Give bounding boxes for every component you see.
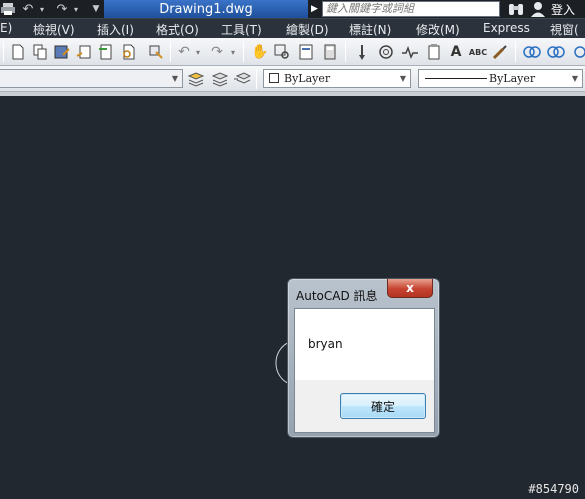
- chevron-down-icon: ▼: [399, 74, 407, 83]
- layer-tool-icon[interactable]: [570, 42, 585, 62]
- chevron-down-icon: ▼: [571, 74, 579, 83]
- binoculars-icon[interactable]: [507, 0, 525, 18]
- match-properties-icon[interactable]: [146, 42, 166, 62]
- toolbar-separator: [243, 42, 244, 62]
- text-style-icon[interactable]: A: [446, 42, 466, 62]
- menu-draw[interactable]: 繪製(D): [286, 21, 329, 38]
- document-title: Drawing1.dwg: [104, 0, 308, 18]
- properties-icon[interactable]: [296, 42, 316, 62]
- zoom-window-icon[interactable]: [272, 42, 292, 62]
- standard-toolbar: ↶ ▾ ↷ ▾ ✋ A ABC: [0, 38, 585, 66]
- customize-quick-access-icon[interactable]: ▼: [90, 1, 102, 17]
- line-tool-icon[interactable]: [352, 42, 372, 62]
- undo-icon[interactable]: ↶: [20, 1, 36, 17]
- spell-check-icon[interactable]: ABC: [468, 42, 488, 62]
- publish-icon[interactable]: [74, 42, 94, 62]
- redo-icon[interactable]: ↷: [54, 1, 70, 17]
- plot-icon[interactable]: [96, 42, 116, 62]
- toolbar-separator: [170, 42, 171, 62]
- linetype-sample: [425, 78, 487, 79]
- dialog-footer: 確定: [295, 380, 434, 432]
- layer-dropdown[interactable]: ▼: [0, 69, 183, 88]
- message-dialog: AutoCAD 訊息 x bryan 確定: [287, 278, 440, 438]
- dialog-message: bryan: [308, 337, 343, 351]
- pan-hand-icon[interactable]: ✋: [250, 42, 270, 62]
- calculator-icon[interactable]: [320, 42, 340, 62]
- toolbar-separator: [345, 42, 346, 62]
- menu-edit[interactable]: E): [0, 21, 12, 35]
- watermark-id: #854790: [528, 482, 579, 496]
- toolbar-separator: [515, 42, 516, 62]
- close-icon: x: [406, 281, 414, 295]
- search-input[interactable]: 鍵入關鍵字或詞組: [322, 1, 500, 17]
- circle-tool-icon[interactable]: [376, 42, 396, 62]
- title-bar: ↶ ▾ ↷ ▾ ▼ Drawing1.dwg ▶ 鍵入關鍵字或詞組 登入: [0, 0, 585, 18]
- dialog-title: AutoCAD 訊息: [296, 289, 378, 303]
- menu-view[interactable]: 檢視(V): [33, 21, 75, 38]
- menu-format[interactable]: 格式(O): [156, 21, 199, 38]
- undo-toolbar-icon[interactable]: ↶: [174, 42, 194, 62]
- copy-file-icon[interactable]: [30, 42, 50, 62]
- undo-list-icon[interactable]: ▾: [193, 42, 203, 62]
- color-value: ByLayer: [284, 72, 331, 85]
- toolbar-grip[interactable]: [3, 42, 4, 62]
- color-swatch: [269, 73, 279, 83]
- redo-toolbar-icon[interactable]: ↷: [207, 42, 227, 62]
- menu-tools[interactable]: 工具(T): [221, 21, 262, 38]
- menu-bar: E) 檢視(V) 插入(I) 格式(O) 工具(T) 繪製(D) 標註(N) 修…: [0, 18, 585, 38]
- redo-dropdown-icon[interactable]: ▾: [71, 1, 81, 17]
- plot-preview-icon[interactable]: [118, 42, 138, 62]
- menu-window[interactable]: 視窗(: [550, 21, 579, 38]
- print-icon[interactable]: [0, 1, 16, 17]
- login-link[interactable]: 登入: [551, 1, 575, 18]
- linetype-dropdown[interactable]: ByLayer ▼: [418, 69, 583, 88]
- drawing-area-top-edge: [0, 92, 585, 96]
- color-dropdown[interactable]: ByLayer ▼: [263, 69, 411, 88]
- dialog-content: bryan 確定: [294, 308, 435, 433]
- brush-icon[interactable]: [490, 42, 510, 62]
- new-file-icon[interactable]: [8, 42, 28, 62]
- layer-union-icon[interactable]: [522, 42, 542, 62]
- layer-previous-icon[interactable]: [232, 69, 252, 89]
- menu-dimension[interactable]: 標註(N): [349, 21, 391, 38]
- layer-intersect-icon[interactable]: [546, 42, 566, 62]
- redo-list-icon[interactable]: ▾: [228, 42, 238, 62]
- linetype-value: ByLayer: [489, 72, 536, 85]
- spline-tool-icon[interactable]: [400, 42, 420, 62]
- layer-states-icon[interactable]: [186, 69, 206, 89]
- properties-toolbar: ▼ ByLayer ▼ ByLayer ▼: [0, 66, 585, 92]
- play-arrow-icon[interactable]: ▶: [311, 2, 321, 16]
- make-layer-current-icon[interactable]: [210, 69, 230, 89]
- clipboard-icon[interactable]: [424, 42, 444, 62]
- close-button[interactable]: x: [387, 279, 433, 298]
- menu-insert[interactable]: 插入(I): [97, 21, 134, 38]
- undo-dropdown-icon[interactable]: ▾: [37, 1, 47, 17]
- user-icon[interactable]: [530, 0, 546, 18]
- chevron-down-icon: ▼: [171, 74, 179, 83]
- menu-express[interactable]: Express: [483, 21, 530, 35]
- toolbar-separator: [256, 69, 257, 89]
- menu-modify[interactable]: 修改(M): [416, 21, 460, 38]
- save-edit-icon[interactable]: [52, 42, 72, 62]
- ok-button[interactable]: 確定: [340, 393, 426, 419]
